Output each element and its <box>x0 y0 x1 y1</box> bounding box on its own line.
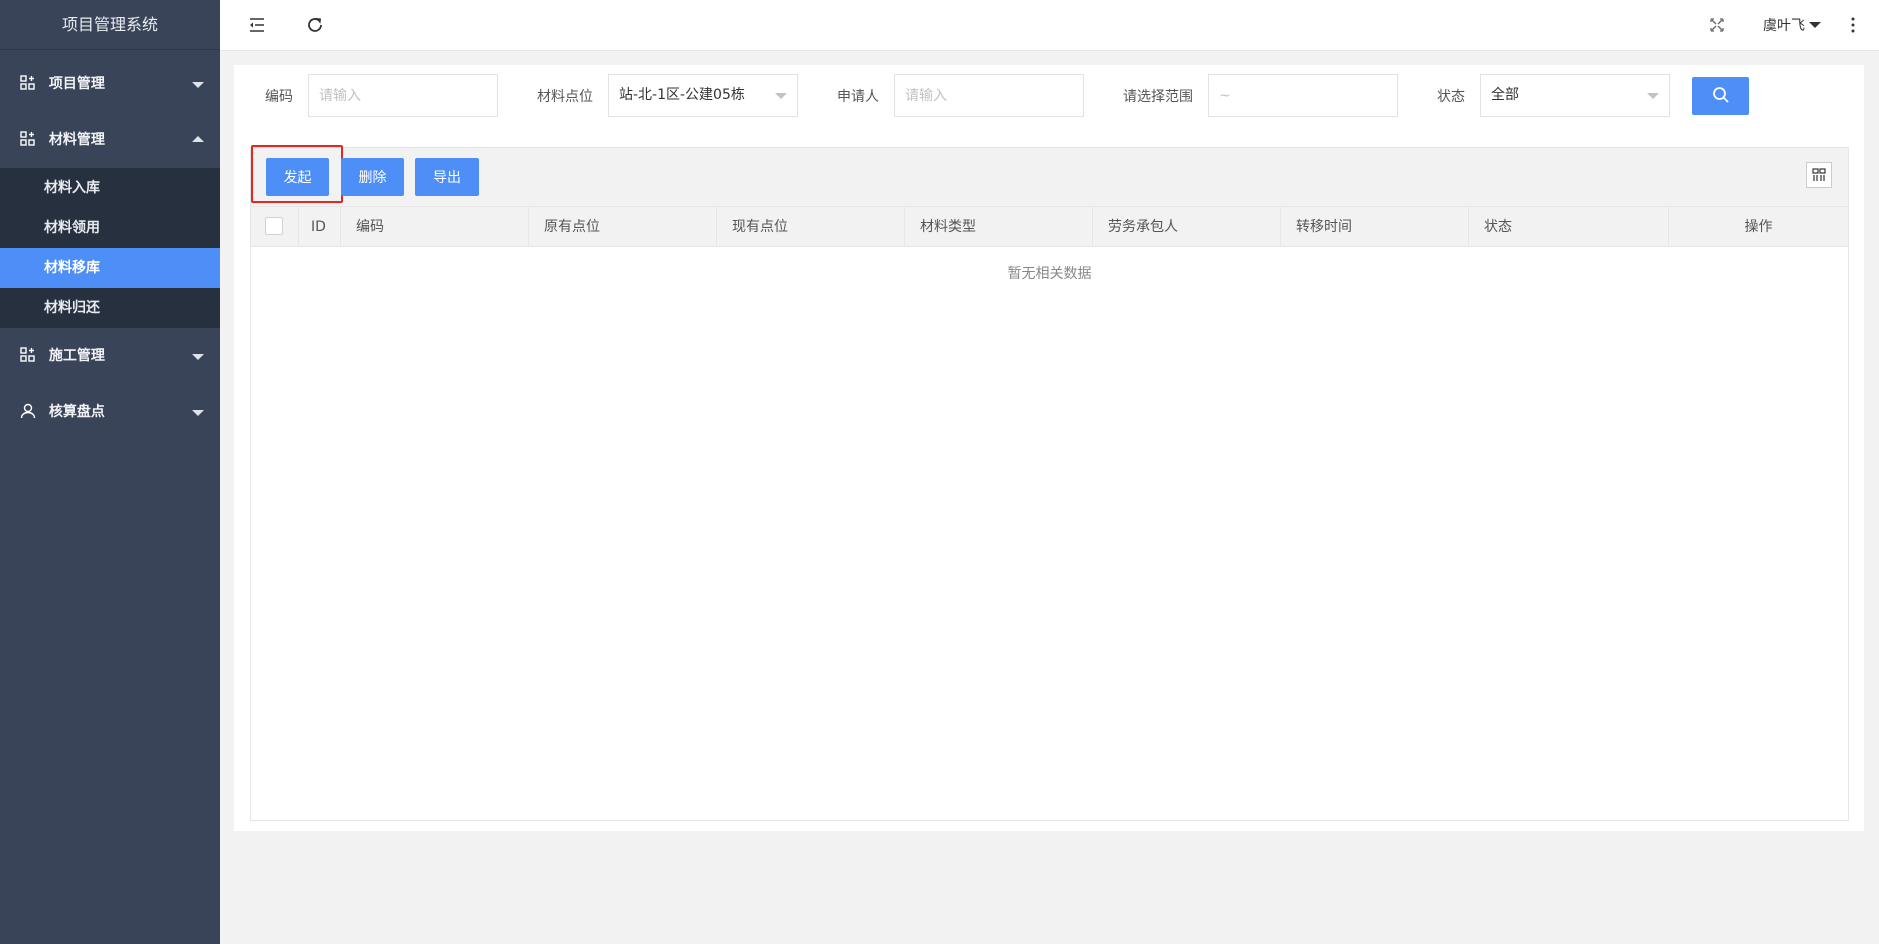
empty-state: 暂无相关数据 <box>1007 266 1092 282</box>
more-vertical-icon[interactable] <box>1842 14 1864 36</box>
code-input[interactable] <box>308 74 498 117</box>
status-value: 全部 <box>1491 87 1519 103</box>
sidebar-item-label: 核算盘点 <box>48 404 105 420</box>
column-filter-button[interactable] <box>1806 162 1832 188</box>
table-header: ID 编码 原有点位 现有点位 材料类型 劳务承包人 转移时间 状态 操作 <box>251 207 1848 247</box>
material-submenu: 材料入库 材料领用 材料移库 材料归还 <box>0 168 220 328</box>
user-icon <box>20 403 36 418</box>
code-label: 编码 <box>265 89 293 105</box>
column-header[interactable]: 编码 <box>341 207 529 247</box>
chevron-up-icon <box>192 136 204 142</box>
sidebar-item-label: 材料管理 <box>48 132 105 148</box>
range-input[interactable] <box>1208 74 1398 117</box>
user-menu[interactable]: 虞叶飞 <box>1763 15 1821 35</box>
location-value: 站-北-1区-公建05栋 <box>619 87 745 103</box>
grid-icon <box>20 74 35 90</box>
column-header[interactable]: ID <box>299 207 341 247</box>
sidebar-subitem-return[interactable]: 材料归还 <box>0 288 220 328</box>
column-header[interactable]: 状态 <box>1469 207 1669 247</box>
select-all-checkbox[interactable] <box>265 217 283 235</box>
sidebar-subitem-transfer[interactable]: 材料移库 <box>0 248 220 288</box>
location-select[interactable]: 站-北-1区-公建05栋 <box>608 74 798 117</box>
data-table: 发起 删除 导出 ID 编码 原有点位 现有点位 材料类型 劳务承包人 转移时间… <box>250 145 1849 821</box>
sidebar-item-construction[interactable]: 施工管理 <box>0 328 220 384</box>
top-header: 虞叶飞 <box>220 0 1879 51</box>
delete-button[interactable]: 删除 <box>341 158 404 196</box>
table-toolbar: 发起 删除 导出 <box>251 145 1848 207</box>
applicant-label: 申请人 <box>837 89 879 105</box>
chevron-down-icon <box>775 93 787 99</box>
sidebar-item-accounting[interactable]: 核算盘点 <box>0 384 220 440</box>
app-title: 项目管理系统 <box>0 0 220 50</box>
applicant-input[interactable] <box>894 74 1084 117</box>
sidebar-item-label: 施工管理 <box>48 348 105 364</box>
chevron-down-icon <box>192 82 204 88</box>
status-select[interactable]: 全部 <box>1480 74 1670 117</box>
menu-toggle-icon[interactable] <box>246 14 268 36</box>
sidebar-item-material[interactable]: 材料管理 <box>0 112 220 168</box>
sidebar-subitem-requisition[interactable]: 材料领用 <box>0 208 220 248</box>
chevron-down-icon <box>192 354 204 360</box>
user-name: 虞叶飞 <box>1763 18 1805 34</box>
status-label: 状态 <box>1437 89 1465 105</box>
column-header[interactable]: 转移时间 <box>1281 207 1469 247</box>
column-header[interactable]: 原有点位 <box>529 207 717 247</box>
column-header[interactable]: 现有点位 <box>717 207 905 247</box>
range-label: 请选择范围 <box>1123 89 1193 105</box>
chevron-down-icon <box>1809 21 1821 28</box>
grid-icon <box>20 346 35 362</box>
column-header[interactable]: 材料类型 <box>905 207 1093 247</box>
chevron-down-icon <box>1647 93 1659 99</box>
search-button[interactable] <box>1692 77 1749 115</box>
grid-icon <box>20 130 35 146</box>
sidebar-item-label: 项目管理 <box>48 76 105 92</box>
sidebar: 项目管理系统 项目管理 材料管理 材料入库 材料领用 材料移库 材料归还 施工管… <box>0 0 220 944</box>
export-button[interactable]: 导出 <box>415 158 479 196</box>
columns-icon <box>1812 168 1826 181</box>
sidebar-subitem-inbound[interactable]: 材料入库 <box>0 168 220 208</box>
header-checkbox-cell <box>251 207 299 247</box>
column-header[interactable]: 劳务承包人 <box>1093 207 1281 247</box>
search-icon <box>1712 86 1729 103</box>
initiate-button[interactable]: 发起 <box>266 158 329 196</box>
chevron-down-icon <box>192 410 204 416</box>
refresh-icon[interactable] <box>304 14 326 36</box>
sidebar-item-project[interactable]: 项目管理 <box>0 56 220 112</box>
fullscreen-icon[interactable] <box>1706 14 1728 36</box>
column-header[interactable]: 操作 <box>1669 207 1848 247</box>
location-label: 材料点位 <box>537 89 593 105</box>
